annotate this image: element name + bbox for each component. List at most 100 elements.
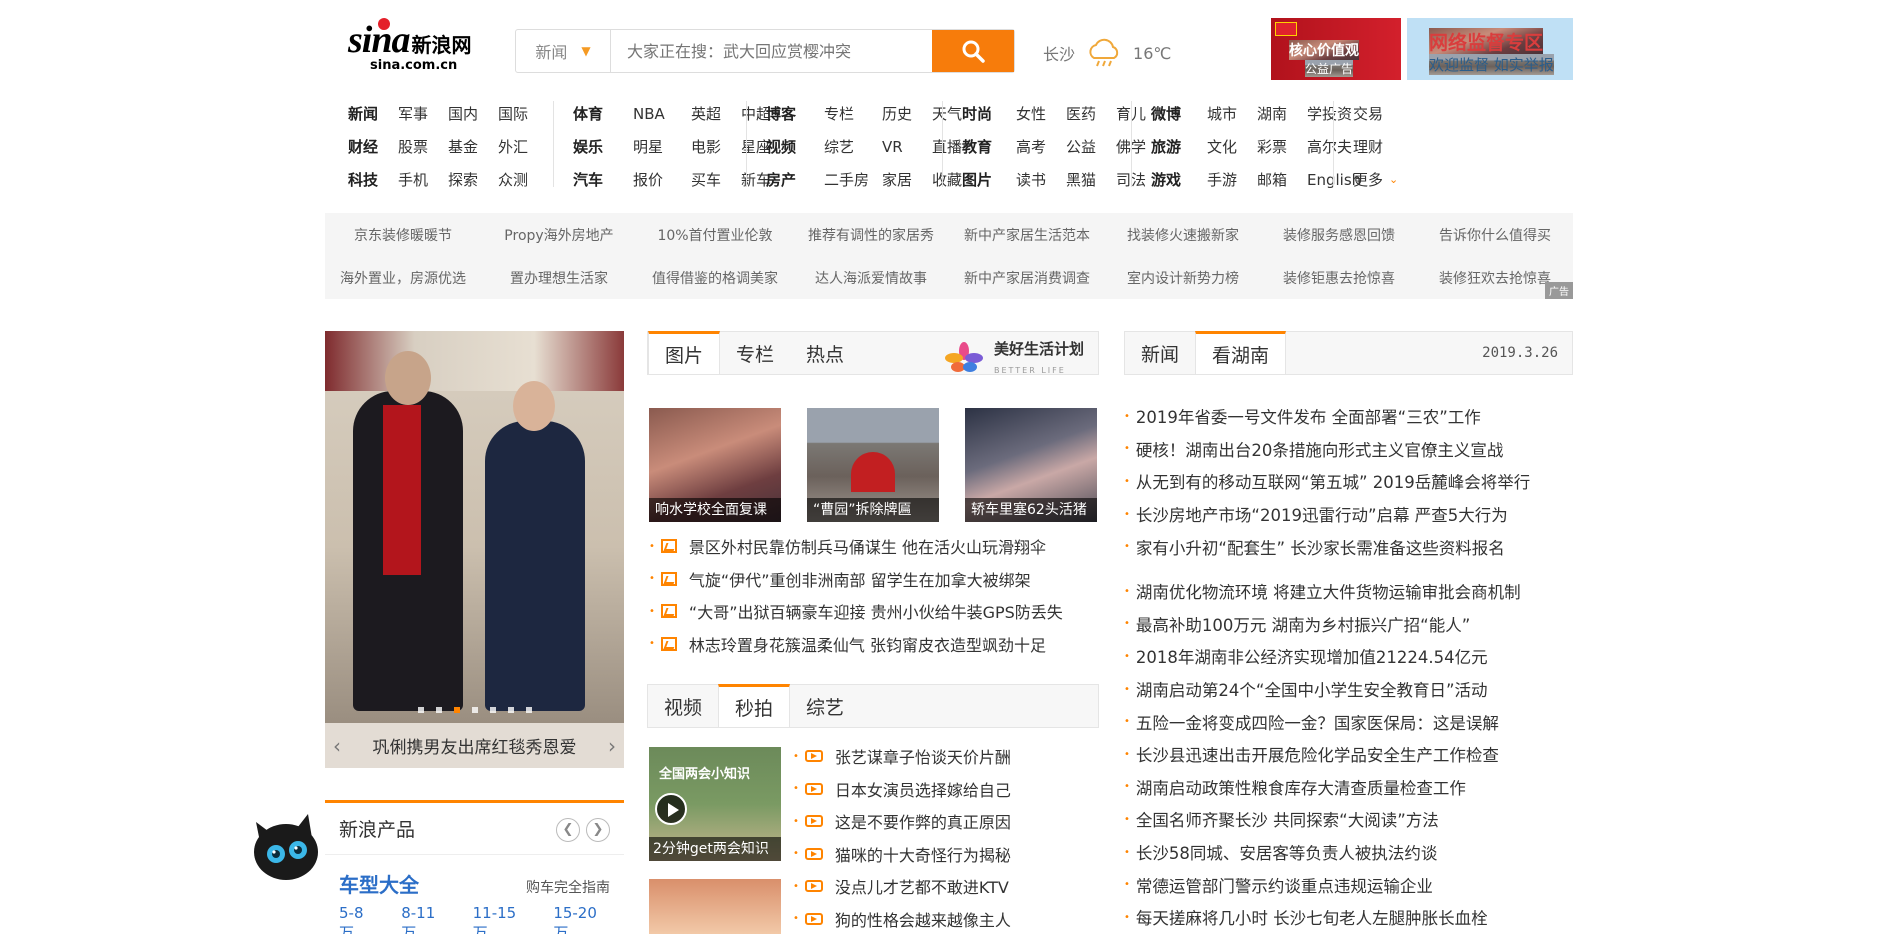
list-item[interactable]: • 没点儿才艺都不敢进KTV bbox=[793, 870, 1011, 903]
list-item[interactable]: • 硬核！湖南出台20条措施向形式主义官僚主义宣战 bbox=[1124, 433, 1530, 466]
ad-link[interactable]: 装修服务感恩回馈 bbox=[1261, 225, 1417, 245]
list-item-text[interactable]: 猫咪的十大奇怪行为揭秘 bbox=[835, 842, 1011, 866]
chevron-right-icon[interactable]: › bbox=[608, 734, 616, 758]
list-item-text[interactable]: 常德运管部门警示约谈重点违规运输企业 bbox=[1136, 873, 1433, 897]
nav-link[interactable]: 国内 bbox=[448, 103, 498, 124]
ad-link[interactable]: 告诉你什么值得买 bbox=[1417, 225, 1573, 245]
nav-link[interactable]: 房产 bbox=[766, 169, 824, 190]
nav-link[interactable]: 文化 bbox=[1207, 136, 1257, 157]
nav-link[interactable]: 报价 bbox=[633, 169, 691, 190]
ad-link[interactable]: 推荐有调性的家居秀 bbox=[793, 225, 949, 245]
nav-link[interactable]: 公益 bbox=[1066, 136, 1116, 157]
tab-columns[interactable]: 专栏 bbox=[720, 332, 790, 374]
nav-link[interactable]: 家居 bbox=[882, 169, 932, 190]
nav-link[interactable]: 邮箱 bbox=[1257, 169, 1307, 190]
nav-link[interactable]: 科技 bbox=[348, 169, 398, 190]
tab-hunan[interactable]: 看湖南 bbox=[1195, 331, 1287, 374]
list-item[interactable]: • 气旋“伊代”重创非洲南部 留学生在加拿大被绑架 bbox=[649, 563, 1063, 596]
slide-dot[interactable] bbox=[525, 707, 532, 713]
list-item[interactable]: • 从无到有的移动互联网“第五城” 2019岳麓峰会将举行 bbox=[1124, 465, 1530, 498]
tab-variety[interactable]: 综艺 bbox=[790, 685, 860, 727]
ad-link[interactable]: 室内设计新势力榜 bbox=[1105, 268, 1261, 288]
list-item-text[interactable]: “大哥”出狱百辆豪车迎接 贵州小伙给牛装GPS防丢失 bbox=[689, 599, 1063, 623]
search-button[interactable] bbox=[932, 30, 1014, 72]
nav-link[interactable]: 新闻 bbox=[348, 103, 398, 124]
nav-link[interactable]: 股票 bbox=[398, 136, 448, 157]
list-item[interactable]: • 长沙58同城、安居客等负责人被执法约谈 bbox=[1124, 836, 1530, 869]
nav-link[interactable]: 教育 bbox=[962, 136, 1016, 157]
list-item-text[interactable]: 最高补助100万元 湖南为乡村振兴广招“能人” bbox=[1136, 612, 1470, 636]
photo-thumb[interactable]: 响水学校全面复课 bbox=[649, 408, 781, 522]
list-item-text[interactable]: 狗的性格会越来越像主人 bbox=[835, 907, 1011, 931]
price-range-link[interactable]: 5-8万 bbox=[339, 904, 377, 934]
list-item-text[interactable]: 林志玲置身花簇温柔仙气 张钧甯皮衣造型飒劲十足 bbox=[689, 632, 1046, 656]
nav-link[interactable]: 手机 bbox=[398, 169, 448, 190]
list-item-text[interactable]: 湖南优化物流环境 将建立大件货物运输审批会商机制 bbox=[1136, 579, 1521, 603]
list-item[interactable]: • 湖南启动第24个“全国中小学生安全教育日”活动 bbox=[1124, 673, 1530, 706]
list-item-text[interactable]: 张艺谋章子怡谈天价片酬 bbox=[835, 744, 1011, 768]
nav-link[interactable]: 综艺 bbox=[824, 136, 882, 157]
ad-link[interactable]: 京东装修暖暖节 bbox=[325, 225, 481, 245]
chevron-left-icon[interactable]: ‹ bbox=[333, 734, 341, 758]
list-item[interactable]: • 常德运管部门警示约谈重点违规运输企业 bbox=[1124, 868, 1530, 901]
nav-link[interactable]: 手游 bbox=[1207, 169, 1257, 190]
nav-link[interactable]: 外汇 bbox=[498, 136, 548, 157]
nav-link[interactable]: 众测 bbox=[498, 169, 548, 190]
list-item-text[interactable]: 硬核！湖南出台20条措施向形式主义官僚主义宣战 bbox=[1136, 437, 1504, 461]
supervision-ad-banner[interactable]: 网络监督专区 欢迎监督 如实举报 bbox=[1407, 18, 1573, 80]
nav-link[interactable]: 理财 bbox=[1353, 136, 1403, 157]
list-item[interactable]: • 狗的性格会越来越像主人 bbox=[793, 903, 1011, 934]
list-item[interactable]: • 张艺谋章子怡谈天价片酬 bbox=[793, 740, 1011, 773]
nav-link[interactable]: 游戏 bbox=[1151, 169, 1207, 190]
nav-link[interactable]: 视频 bbox=[766, 136, 824, 157]
list-item[interactable]: • 景区外村民靠仿制兵马俑谋生 他在活火山玩滑翔伞 bbox=[649, 530, 1063, 563]
ad-link[interactable]: 达人海派爱情故事 bbox=[793, 268, 949, 288]
car-models-link[interactable]: 车型大全 bbox=[339, 869, 419, 898]
nav-link[interactable]: 明星 bbox=[633, 136, 691, 157]
list-item[interactable]: • “大哥”出狱百辆豪车迎接 贵州小伙给牛装GPS防丢失 bbox=[649, 595, 1063, 628]
list-item-text[interactable]: 五险一金将变成四险一金？国家医保局：这是误解 bbox=[1136, 710, 1499, 734]
search-input[interactable] bbox=[611, 30, 932, 72]
slideshow-image[interactable] bbox=[325, 331, 624, 723]
list-item[interactable]: • 全国名师齐聚长沙 共同探索“大阅读”方法 bbox=[1124, 803, 1530, 836]
nav-link[interactable]: 医药 bbox=[1066, 103, 1116, 124]
list-item-text[interactable]: 长沙58同城、安居客等负责人被执法约谈 bbox=[1136, 840, 1438, 864]
video-thumb[interactable]: 全国两会小知识 2分钟get两会知识 bbox=[649, 747, 781, 861]
nav-link[interactable]: 国际 bbox=[498, 103, 548, 124]
sina-logo[interactable]: sina 新浪网 sina.com.cn bbox=[348, 18, 488, 80]
nav-link[interactable]: 专栏 bbox=[824, 103, 882, 124]
price-range-link[interactable]: 11-15万 bbox=[473, 904, 530, 934]
car-guide-link[interactable]: 购车完全指南 bbox=[526, 877, 610, 897]
list-item[interactable]: • 每天搓麻将几小时 长沙七旬老人左腿肿胀长血栓 bbox=[1124, 901, 1530, 934]
list-item[interactable]: • 最高补助100万元 湖南为乡村振兴广招“能人” bbox=[1124, 608, 1530, 641]
core-values-ad-banner[interactable]: 核心价值观 公益广告 bbox=[1271, 18, 1401, 80]
list-item[interactable]: • 猫咪的十大奇怪行为揭秘 bbox=[793, 838, 1011, 871]
tab-video[interactable]: 视频 bbox=[648, 685, 718, 727]
play-icon[interactable] bbox=[655, 793, 687, 825]
slide-dot[interactable] bbox=[489, 707, 496, 713]
slide-dot[interactable] bbox=[417, 707, 424, 713]
weather-widget[interactable]: 长沙 16℃ bbox=[1043, 38, 1171, 68]
slideshow-caption[interactable]: 巩俐携男友出席红毯秀恩爱 bbox=[373, 733, 577, 758]
slide-dot[interactable] bbox=[471, 707, 478, 713]
slide-dot[interactable] bbox=[435, 707, 442, 713]
list-item[interactable]: • 日本女演员选择嫁给自己 bbox=[793, 773, 1011, 806]
list-item-text[interactable]: 每天搓麻将几小时 长沙七旬老人左腿肿胀长血栓 bbox=[1136, 905, 1488, 929]
slide-dot[interactable] bbox=[453, 707, 460, 713]
black-cat-mascot-icon[interactable] bbox=[246, 804, 326, 884]
list-item[interactable]: • 家有小升初“配套生” 长沙家长需准备这些资料报名 bbox=[1124, 530, 1530, 563]
tab-hot[interactable]: 热点 bbox=[790, 332, 860, 374]
list-item-text[interactable]: 长沙房地产市场“2019迅雷行动”启幕 严查5大行为 bbox=[1136, 502, 1508, 526]
ad-link[interactable]: 10%首付置业伦敦 bbox=[637, 225, 793, 245]
nav-link[interactable]: 城市 bbox=[1207, 103, 1257, 124]
list-item[interactable]: • 这是不要作弊的真正原因 bbox=[793, 805, 1011, 838]
list-item[interactable]: • 长沙县迅速出击开展危险化学品安全生产工作检查 bbox=[1124, 738, 1530, 771]
list-item-text[interactable]: 景区外村民靠仿制兵马俑谋生 他在活火山玩滑翔伞 bbox=[689, 534, 1046, 558]
prev-arrow-icon[interactable]: ❮ bbox=[556, 817, 580, 842]
list-item-text[interactable]: 湖南启动第24个“全国中小学生安全教育日”活动 bbox=[1136, 677, 1488, 701]
nav-link[interactable]: 高考 bbox=[1016, 136, 1066, 157]
nav-link[interactable]: 旅游 bbox=[1151, 136, 1207, 157]
search-category-select[interactable]: 新闻 ▼ bbox=[516, 30, 611, 72]
tab-miaopai[interactable]: 秒拍 bbox=[718, 684, 791, 727]
list-item-text[interactable]: 2019年省委一号文件发布 全面部署“三农”工作 bbox=[1136, 404, 1481, 428]
